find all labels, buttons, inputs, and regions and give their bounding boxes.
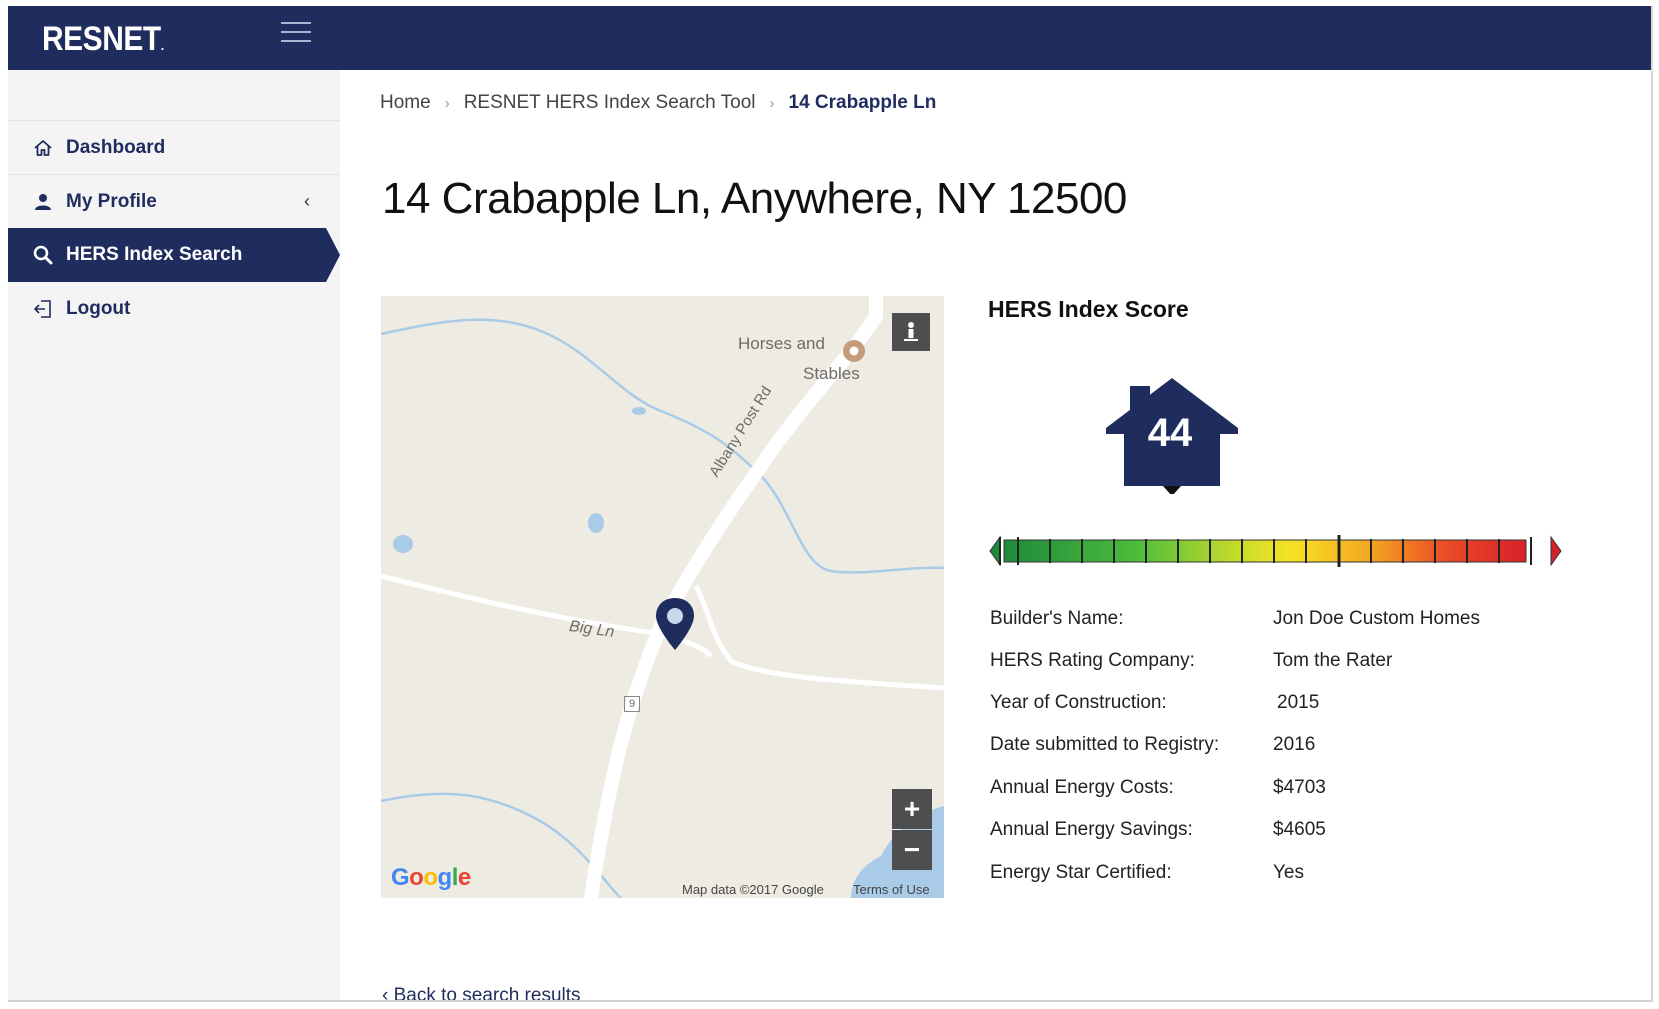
street-view-icon[interactable] [892, 313, 930, 351]
detail-label: Date submitted to Registry: [990, 734, 1220, 755]
search-icon [32, 244, 54, 266]
hers-score-heading: HERS Index Score [988, 296, 1189, 322]
sidebar: Dashboard My Profile ‹ HERS Index Search… [8, 70, 340, 1000]
breadcrumb-search-tool[interactable]: RESNET HERS Index Search Tool [464, 92, 756, 114]
detail-row-year-construction: Year of Construction: 2015 [990, 692, 1590, 722]
detail-row-energy-star: Energy Star Certified: Yes [990, 862, 1590, 892]
page-title: 14 Crabapple Ln, Anywhere, NY 12500 [382, 174, 1127, 223]
hers-score-value: 44 [1147, 411, 1193, 455]
detail-row-energy-costs: Annual Energy Costs: $4703 [990, 777, 1590, 807]
detail-value: Yes [1273, 862, 1304, 883]
zoom-in-button[interactable]: + [892, 789, 932, 829]
chevron-left-icon[interactable]: ‹ [304, 191, 310, 212]
home-icon [32, 137, 54, 159]
resnet-logo[interactable]: RESNET. [42, 20, 164, 59]
sidebar-item-label: Logout [66, 298, 131, 319]
map-attribution: Map data ©2017 Google [682, 882, 824, 897]
zoom-out-button[interactable]: − [892, 830, 932, 870]
detail-value: 2016 [1273, 734, 1316, 755]
active-indicator [326, 228, 340, 282]
detail-label: Year of Construction: [990, 692, 1167, 713]
detail-row-energy-savings: Annual Energy Savings: $4605 [990, 819, 1590, 849]
location-pin-icon[interactable] [653, 596, 697, 652]
poi-label[interactable]: Horses and [738, 334, 825, 354]
top-navbar: RESNET. [8, 6, 1651, 70]
hers-scale-bar [989, 535, 1562, 567]
user-icon [32, 191, 54, 213]
detail-label: Annual Energy Savings: [990, 819, 1193, 840]
detail-label: Builder's Name: [990, 608, 1124, 629]
breadcrumb-home[interactable]: Home [380, 92, 431, 114]
detail-row-rating-company: HERS Rating Company: Tom the Rater [990, 650, 1590, 680]
detail-value: Jon Doe Custom Homes [1273, 608, 1480, 629]
detail-row-date-submitted: Date submitted to Registry: 2016 [990, 734, 1590, 764]
route-badge: 9 [624, 696, 640, 712]
sidebar-item-my-profile[interactable]: My Profile ‹ [8, 174, 340, 228]
breadcrumb: Home › RESNET HERS Index Search Tool › 1… [380, 92, 936, 114]
sidebar-item-label: My Profile [66, 190, 157, 212]
poi-label[interactable]: Stables [803, 364, 860, 384]
detail-label: Energy Star Certified: [990, 862, 1172, 883]
terms-of-use-link[interactable]: Terms of Use [853, 882, 930, 897]
back-to-results-link[interactable]: ‹ Back to search results [382, 985, 581, 1000]
menu-toggle-icon[interactable] [281, 22, 311, 48]
detail-value: $4605 [1273, 819, 1326, 840]
sidebar-item-dashboard[interactable]: Dashboard [8, 120, 340, 174]
google-logo[interactable]: Google [391, 864, 471, 892]
detail-value: $4703 [1273, 777, 1326, 798]
sidebar-item-hers-index-search[interactable]: HERS Index Search [8, 228, 340, 282]
breadcrumb-current: 14 Crabapple Ln [788, 92, 937, 113]
sidebar-item-logout[interactable]: Logout [8, 282, 340, 336]
sidebar-item-label: HERS Index Search [66, 244, 243, 265]
sidebar-item-label: Dashboard [66, 136, 166, 158]
breadcrumb-separator: › [444, 94, 450, 112]
detail-value: Tom the Rater [1273, 650, 1393, 671]
breadcrumb-separator: › [769, 94, 775, 112]
detail-label: Annual Energy Costs: [990, 777, 1174, 798]
detail-row-builder: Builder's Name: Jon Doe Custom Homes [990, 608, 1590, 638]
detail-value: 2015 [1277, 692, 1320, 713]
map-view[interactable]: Horses and Stables Albany Post Rd Big Ln… [381, 296, 944, 898]
app-window: RESNET. Dashboard My Profile ‹ HERS Inde… [8, 6, 1653, 1002]
detail-label: HERS Rating Company: [990, 650, 1195, 671]
logout-icon [32, 298, 54, 320]
